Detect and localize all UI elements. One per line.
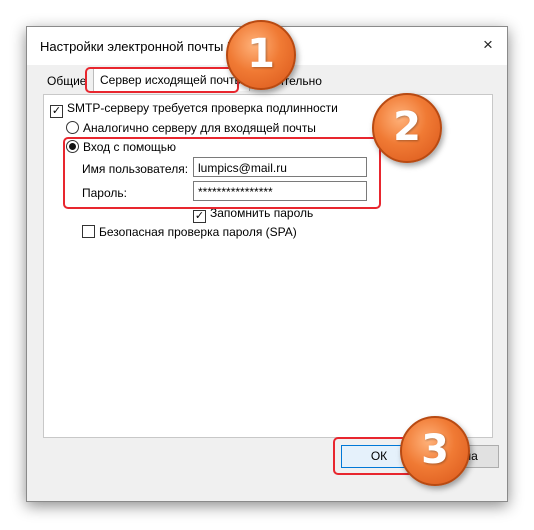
spa-row[interactable]: Безопасная проверка пароля (SPA)	[82, 225, 297, 239]
smtp-auth-checkbox[interactable]: ✓	[50, 105, 63, 118]
spa-label: Безопасная проверка пароля (SPA)	[99, 225, 297, 239]
spa-checkbox[interactable]	[82, 225, 95, 238]
login-highlight-box	[63, 137, 381, 209]
close-icon[interactable]: ×	[477, 34, 499, 56]
remember-password-checkbox[interactable]: ✓	[193, 210, 206, 223]
tab-highlight-box	[85, 67, 239, 93]
smtp-auth-row[interactable]: ✓ SMTP-серверу требуется проверка подлинн…	[50, 101, 338, 118]
same-as-incoming-row[interactable]: Аналогично серверу для входящей почты	[66, 121, 316, 135]
same-as-incoming-label: Аналогично серверу для входящей почты	[83, 121, 316, 135]
step-badge-2: 2	[372, 93, 442, 163]
same-as-incoming-radio[interactable]	[66, 121, 79, 134]
step-badge-3: 3	[400, 416, 470, 486]
tab-general[interactable]: Общие	[47, 71, 86, 91]
smtp-auth-label: SMTP-серверу требуется проверка подлинно…	[67, 101, 338, 115]
dialog-title: Настройки электронной почты Ин	[40, 39, 244, 54]
step-badge-1: 1	[226, 20, 296, 90]
